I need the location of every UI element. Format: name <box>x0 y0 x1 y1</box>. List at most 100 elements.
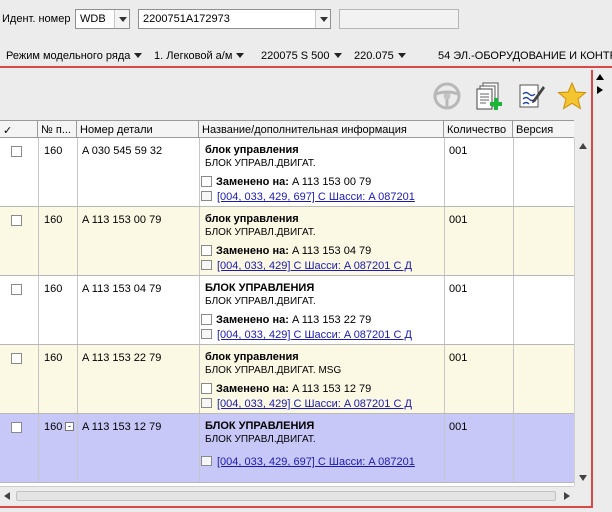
replacement-value: A 113 153 22 79 <box>291 314 372 326</box>
page-icon <box>201 456 212 466</box>
divider <box>38 276 39 344</box>
path-group-item[interactable]: 54 ЭЛ.-ОБОРУДОВАНИЕ И КОНТРО... <box>438 50 612 62</box>
table-row[interactable]: 160 A 113 153 22 79 блок управления БЛОК… <box>0 345 574 414</box>
row-replacement: Заменено на: A 113 153 22 79 <box>201 314 371 326</box>
col-header-check[interactable]: ✓ <box>0 121 38 138</box>
chevron-down-icon[interactable] <box>315 10 330 28</box>
path-model-dropdown[interactable]: 220075 S 500 <box>261 50 342 62</box>
row-doc: [004, 033, 429] С Шасси: A 087201 С Д <box>201 260 412 272</box>
page-icon <box>201 260 212 270</box>
row-doc-link[interactable]: [004, 033, 429] С Шасси: A 087201 С Д <box>217 398 412 410</box>
path-engine-dropdown[interactable]: 220.075 <box>354 50 406 62</box>
row-pos: 160 <box>44 283 63 295</box>
row-doc-link[interactable]: [004, 033, 429] С Шасси: A 087201 С Д <box>217 260 412 272</box>
col-header-name[interactable]: Название/дополнительная информация <box>199 121 444 138</box>
scroll-right-icon[interactable] <box>564 492 570 500</box>
steering-wheel-icon[interactable] <box>431 80 463 112</box>
row-part-number: A 113 153 12 79 <box>82 421 162 433</box>
table-row[interactable]: 160 A 113 153 00 79 блок управления БЛОК… <box>0 207 574 276</box>
divider <box>199 138 200 206</box>
row-name: БЛОК УПРАВЛЕНИЯ <box>205 282 315 294</box>
row-description: БЛОК УПРАВЛ.ДВИГАТ. <box>205 296 316 307</box>
row-quantity: 001 <box>449 214 468 226</box>
row-part-number: A 113 153 00 79 <box>82 214 162 226</box>
page-icon <box>201 398 212 408</box>
col-header-version[interactable]: Версия <box>513 121 574 138</box>
col-header-pos[interactable]: № п... <box>38 121 77 138</box>
add-to-list-icon[interactable] <box>472 80 504 112</box>
scroll-down-icon[interactable] <box>579 475 587 481</box>
table-row[interactable]: 160 A 030 545 59 32 блок управления БЛОК… <box>0 138 574 207</box>
scroll-up-icon[interactable] <box>579 143 587 149</box>
col-header-part-number[interactable]: Номер детали <box>77 121 199 138</box>
vin-value: 2200751A172973 <box>143 13 230 25</box>
row-part-number: A 030 545 59 32 <box>82 145 163 157</box>
row-checkbox[interactable] <box>11 422 22 433</box>
ident-prefix-select[interactable]: WDB <box>75 9 130 29</box>
row-quantity: 001 <box>449 283 468 295</box>
divider <box>513 345 514 413</box>
collapse-up-icon[interactable] <box>596 74 604 80</box>
extra-field[interactable] <box>339 9 459 29</box>
row-doc-link[interactable]: [004, 033, 429, 697] С Шасси: A 087201 <box>217 456 415 468</box>
replacement-checkbox[interactable] <box>201 383 212 394</box>
row-checkbox[interactable] <box>11 146 22 157</box>
parts-grid-body: 160 A 030 545 59 32 блок управления БЛОК… <box>0 138 574 486</box>
row-checkbox[interactable] <box>11 353 22 364</box>
row-doc: [004, 033, 429] С Шасси: A 087201 С Д <box>201 398 412 410</box>
chevron-down-icon[interactable] <box>114 10 129 28</box>
replacement-label: Заменено на: <box>216 383 289 395</box>
replacement-value: A 113 153 12 79 <box>291 383 372 395</box>
divider <box>38 138 39 206</box>
path-mode-dropdown[interactable]: Режим модельного ряда <box>6 50 143 62</box>
row-doc: [004, 033, 429, 697] С Шасси: A 087201 <box>201 456 415 468</box>
replacement-checkbox[interactable] <box>201 245 212 256</box>
row-pos: 160 <box>44 214 63 226</box>
divider <box>38 414 39 482</box>
row-doc-link[interactable]: [004, 033, 429] С Шасси: A 087201 С Д <box>217 329 412 341</box>
ident-prefix-value: WDB <box>80 13 106 25</box>
row-pos: 160 <box>44 421 63 433</box>
row-description: БЛОК УПРАВЛ.ДВИГАТ. MSG <box>205 365 342 376</box>
row-checkbox[interactable] <box>11 284 22 295</box>
divider <box>444 138 445 206</box>
vertical-scrollbar[interactable] <box>574 138 591 486</box>
replacement-checkbox[interactable] <box>201 176 212 187</box>
row-name: блок управления <box>205 351 299 363</box>
divider <box>77 138 78 206</box>
divider <box>199 414 200 482</box>
divider <box>77 207 78 275</box>
table-row[interactable]: 160 A 113 153 04 79 БЛОК УПРАВЛЕНИЯ БЛОК… <box>0 276 574 345</box>
replacement-checkbox[interactable] <box>201 314 212 325</box>
ident-label: Идент. номер <box>2 13 71 25</box>
row-name: БЛОК УПРАВЛЕНИЯ <box>205 420 315 432</box>
row-replacement: Заменено на: A 113 153 12 79 <box>201 383 371 395</box>
path-model-label: 220075 S 500 <box>261 50 330 62</box>
row-part-number: A 113 153 22 79 <box>82 352 162 364</box>
parts-panel: ✓ № п... Номер детали Название/дополните… <box>0 70 593 508</box>
row-name: блок управления <box>205 144 299 156</box>
chevron-down-icon <box>333 53 342 58</box>
divider <box>38 207 39 275</box>
row-checkbox[interactable] <box>11 215 22 226</box>
row-description: БЛОК УПРАВЛ.ДВИГАТ. <box>205 434 316 445</box>
vin-select[interactable]: 2200751A172973 <box>138 9 331 29</box>
path-class-dropdown[interactable]: 1. Легковой а/м <box>154 50 245 62</box>
edit-note-icon[interactable] <box>515 80 547 112</box>
ident-bar: Идент. номер WDB 2200751A172973 <box>0 0 612 38</box>
table-row-selected[interactable]: 160 - A 113 153 12 79 БЛОК УПРАВЛЕНИЯ БЛ… <box>0 414 574 483</box>
expand-right-icon[interactable] <box>597 86 603 94</box>
replacement-label: Заменено на: <box>216 245 289 257</box>
divider <box>38 345 39 413</box>
horizontal-scrollbar[interactable] <box>0 486 574 504</box>
collapse-minus-icon[interactable]: - <box>65 422 74 431</box>
divider <box>513 414 514 482</box>
row-doc-link[interactable]: [004, 033, 429, 697] С Шасси: A 087201 <box>217 191 415 203</box>
star-favorite-icon[interactable] <box>556 80 588 112</box>
row-pos: 160 <box>44 352 63 364</box>
scrollbar-thumb[interactable] <box>16 491 556 501</box>
scroll-left-icon[interactable] <box>4 492 10 500</box>
col-header-quantity[interactable]: Количество <box>444 121 513 138</box>
replacement-label: Заменено на: <box>216 314 289 326</box>
divider <box>199 207 200 275</box>
